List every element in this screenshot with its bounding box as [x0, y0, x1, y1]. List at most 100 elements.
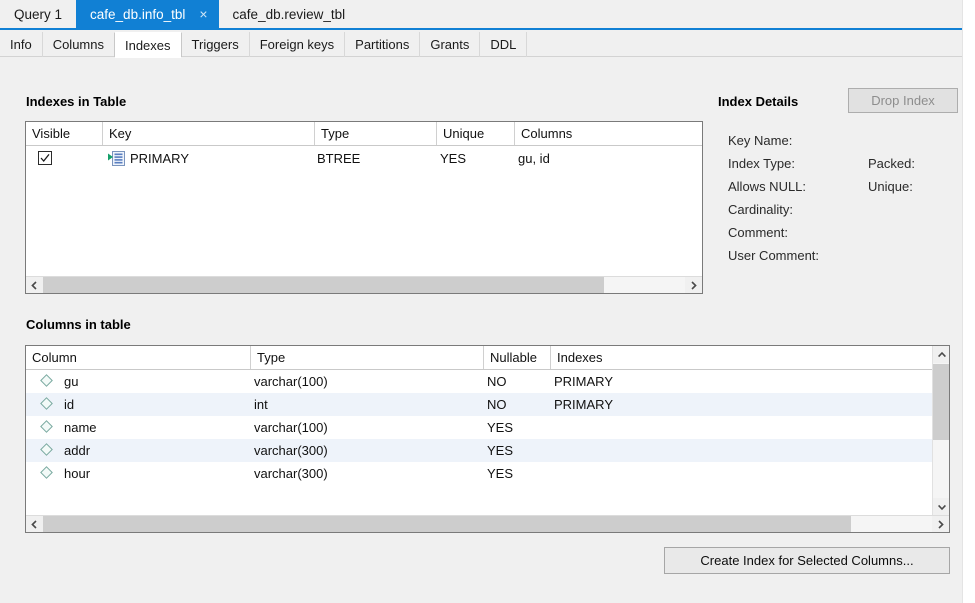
tab-label: Columns [52, 37, 104, 52]
editor-tab-label: Query 1 [14, 6, 63, 22]
column-indexes-value [554, 439, 894, 462]
column-indexes-value: PRIMARY [554, 397, 613, 412]
index-unique-value: YES [440, 151, 467, 166]
indexes-header-type[interactable]: Type [314, 122, 436, 145]
columns-header-column[interactable]: Column [26, 346, 250, 369]
column-nullable-value: NO [487, 374, 507, 389]
indexes-header-key[interactable]: Key [102, 122, 314, 145]
tab-indexes[interactable]: Indexes [113, 32, 182, 58]
tab-columns[interactable]: Columns [41, 32, 115, 57]
column-icon [40, 374, 53, 387]
scroll-down-icon[interactable] [933, 498, 949, 515]
window-right-gutter [962, 0, 975, 603]
editor-tab-cafe-db-info-tbl[interactable]: cafe_db.info_tbl × [76, 0, 219, 28]
table-row[interactable]: id int NO PRIMARY [26, 393, 949, 416]
index-key-value: PRIMARY [130, 151, 189, 166]
scroll-left-icon[interactable] [26, 515, 43, 532]
create-index-for-selected-columns-button[interactable]: Create Index for Selected Columns... [664, 547, 950, 574]
scroll-right-icon[interactable] [932, 515, 949, 532]
object-editor-tabs: Info Columns Indexes Triggers Foreign ke… [0, 32, 962, 58]
scroll-left-icon[interactable] [26, 276, 43, 293]
column-nullable-value: YES [487, 420, 514, 435]
table-row[interactable]: hour varchar(300) YES [26, 462, 949, 485]
columns-vertical-scrollbar[interactable] [932, 346, 949, 515]
detail-label-index-type: Index Type: [728, 156, 795, 171]
index-columns-value: gu, id [518, 151, 550, 166]
index-icon [108, 151, 125, 166]
columns-header-type[interactable]: Type [250, 346, 483, 369]
indexes-horizontal-scrollbar[interactable] [26, 276, 702, 293]
editor-tab-query-1[interactable]: Query 1 [0, 0, 76, 28]
table-editor-window: Query 1 cafe_db.info_tbl × cafe_db.revie… [0, 0, 975, 603]
indexes-header-columns[interactable]: Columns [514, 122, 702, 145]
column-icon [40, 420, 53, 433]
columns-horizontal-scrollbar[interactable] [26, 515, 949, 532]
table-row[interactable]: PRIMARY BTREE YES gu, id [26, 146, 702, 172]
indexes-hscroll-track[interactable] [43, 276, 685, 293]
column-icon [40, 443, 53, 456]
close-icon[interactable]: × [196, 7, 210, 21]
tab-triggers[interactable]: Triggers [180, 32, 250, 57]
detail-label-packed: Packed: [868, 156, 915, 171]
column-type-value: int [254, 397, 268, 412]
columns-section-title: Columns in table [26, 317, 131, 332]
table-row[interactable]: name varchar(100) YES [26, 416, 949, 439]
column-name-value: name [64, 420, 97, 435]
tab-ddl[interactable]: DDL [479, 32, 528, 57]
detail-label-comment: Comment: [728, 225, 788, 240]
column-indexes-value [554, 416, 894, 439]
column-type-value: varchar(300) [254, 466, 328, 481]
columns-hscroll-track[interactable] [43, 515, 932, 532]
indexes-hscroll-thumb[interactable] [43, 276, 604, 293]
editor-tab-label: cafe_db.review_tbl [232, 6, 346, 22]
indexes-table-header: Visible Key Type Unique Columns [26, 122, 702, 146]
column-icon [40, 466, 53, 479]
column-type-value: varchar(100) [254, 374, 328, 389]
index-visible-checkbox[interactable] [38, 151, 52, 165]
indexes-section-title: Indexes in Table [26, 94, 127, 109]
column-name-value: addr [64, 443, 91, 458]
column-nullable-value: YES [487, 466, 514, 481]
columns-header-nullable[interactable]: Nullable [483, 346, 550, 369]
scroll-up-icon[interactable] [933, 346, 949, 363]
tab-partitions[interactable]: Partitions [344, 32, 421, 57]
index-details-title: Index Details [718, 94, 799, 109]
column-type-value: varchar(300) [254, 443, 328, 458]
column-type-value: varchar(100) [254, 420, 328, 435]
column-indexes-value: PRIMARY [554, 374, 613, 389]
column-icon [40, 397, 53, 410]
columns-vscroll-thumb[interactable] [933, 364, 949, 440]
drop-index-button[interactable]: Drop Index [848, 88, 958, 113]
editor-tab-strip: Query 1 cafe_db.info_tbl × cafe_db.revie… [0, 0, 962, 30]
tab-label: Grants [430, 37, 470, 52]
column-name-value: hour [64, 466, 91, 481]
indexes-header-unique[interactable]: Unique [436, 122, 514, 145]
scroll-right-icon[interactable] [685, 276, 702, 293]
column-name-value: id [64, 397, 75, 412]
tab-info[interactable]: Info [0, 32, 43, 57]
tab-label: DDL [490, 37, 517, 52]
tab-label: Foreign keys [259, 37, 335, 52]
detail-label-user-comment: User Comment: [728, 248, 820, 263]
indexes-header-visible[interactable]: Visible [26, 122, 102, 145]
detail-label-key-name: Key Name: [728, 133, 793, 148]
tab-grants[interactable]: Grants [419, 32, 481, 57]
detail-label-unique: Unique: [868, 179, 913, 194]
editor-tab-label: cafe_db.info_tbl [90, 6, 186, 22]
columns-table[interactable]: Column Type Nullable Indexes gu varchar(… [25, 345, 950, 533]
columns-hscroll-thumb[interactable] [43, 515, 851, 532]
detail-label-cardinality: Cardinality: [728, 202, 794, 217]
editor-tab-cafe-db-review-tbl[interactable]: cafe_db.review_tbl [219, 0, 360, 28]
column-nullable-value: NO [487, 397, 507, 412]
indexes-table[interactable]: Visible Key Type Unique Columns PRIMARY … [25, 121, 703, 294]
indexes-panel: Indexes in Table Index Details Drop Inde… [0, 57, 962, 603]
column-indexes-value [554, 462, 894, 485]
tab-label: Triggers [191, 37, 239, 52]
detail-label-allows-null: Allows NULL: [728, 179, 807, 194]
tab-foreign-keys[interactable]: Foreign keys [248, 32, 346, 57]
columns-header-indexes[interactable]: Indexes [550, 346, 930, 369]
tab-label: Info [10, 37, 32, 52]
column-nullable-value: YES [487, 443, 514, 458]
table-row[interactable]: gu varchar(100) NO PRIMARY [26, 370, 949, 393]
table-row[interactable]: addr varchar(300) YES [26, 439, 949, 462]
